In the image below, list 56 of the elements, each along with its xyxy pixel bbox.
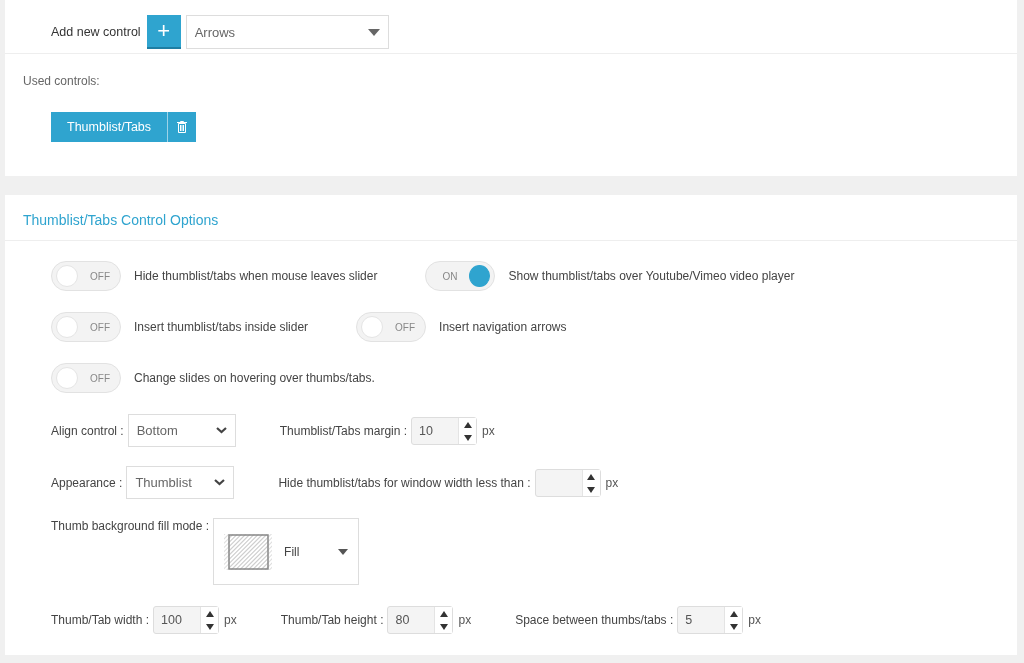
used-controls-label: Used controls:: [23, 74, 101, 88]
number-field[interactable]: 100: [153, 606, 220, 634]
toggle-label: Hide thumblist/tabs when mouse leaves slider: [134, 268, 378, 285]
field-label: Thumblist/Tabs margin :: [279, 423, 408, 440]
number-field[interactable]: 5: [677, 606, 744, 634]
toggle-label: Insert navigation arrows: [439, 319, 567, 336]
select-field[interactable]: Bottom: [127, 414, 236, 447]
select-field[interactable]: Thumblist: [126, 466, 235, 499]
down-arrow-icon: [729, 623, 738, 630]
down-arrow-icon: [205, 623, 214, 630]
up-arrow-icon: [463, 421, 472, 428]
down-arrow-icon: [463, 434, 472, 441]
up-arrow-icon: [587, 473, 595, 480]
toggle-switch[interactable]: OFF: [51, 363, 121, 393]
chevron-icon: [214, 479, 226, 486]
toggle-label: Show thumblist/tabs over Youtube/Vimeo video player: [508, 268, 795, 285]
fill-mode-select[interactable]: Fill: [213, 518, 360, 585]
add-control-label: Add new control: [51, 25, 141, 39]
number-value: 80: [395, 613, 410, 627]
up-arrow-icon: [729, 610, 738, 617]
caret-icon: [367, 28, 380, 36]
toggle-switch[interactable]: OFF: [356, 312, 427, 342]
toggle-label: Change slides on hovering over thumbs/tabs.: [134, 370, 375, 387]
field-label: Thumb/Tab width :: [51, 612, 150, 629]
caret-icon: [338, 548, 349, 555]
hatched-square-icon: [224, 533, 273, 570]
trash-icon: [177, 121, 188, 133]
toggle-switch[interactable]: ON: [425, 261, 496, 291]
unit-label: px: [224, 612, 237, 629]
toggle-label: Insert thumblist/tabs inside slider: [134, 319, 309, 336]
field-label: Align control :: [51, 423, 124, 440]
number-field[interactable]: 80: [387, 606, 454, 634]
control-select[interactable]: Arrows: [185, 15, 389, 49]
unit-label: px: [458, 612, 472, 629]
field-label: Hide thumblist/tabs for window width less than :: [278, 475, 531, 492]
number-field[interactable]: 10: [411, 417, 478, 445]
chevron-icon: [215, 427, 227, 434]
toggle-switch[interactable]: OFF: [51, 261, 121, 291]
number-value: 100: [161, 613, 182, 627]
number-value: 10: [419, 424, 433, 438]
field-label: Thumb background fill mode :: [51, 518, 210, 534]
up-arrow-icon: [205, 610, 214, 617]
toggle-switch[interactable]: OFF: [51, 312, 121, 342]
number-field[interactable]: [534, 469, 601, 497]
section-title: Thumblist/Tabs Control Options: [5, 195, 1017, 241]
unit-label: px: [605, 475, 619, 492]
down-arrow-icon: [439, 623, 448, 630]
up-arrow-icon: [439, 610, 448, 617]
down-arrow-icon: [587, 486, 595, 493]
unit-label: px: [748, 612, 761, 629]
unit-label: px: [482, 423, 495, 440]
field-label: Thumb/Tab height :: [280, 612, 384, 629]
field-label: Space between thumbs/tabs :: [515, 612, 674, 629]
field-label: Appearance :: [51, 475, 123, 492]
delete-button[interactable]: [168, 112, 197, 142]
number-value: 5: [685, 613, 693, 627]
